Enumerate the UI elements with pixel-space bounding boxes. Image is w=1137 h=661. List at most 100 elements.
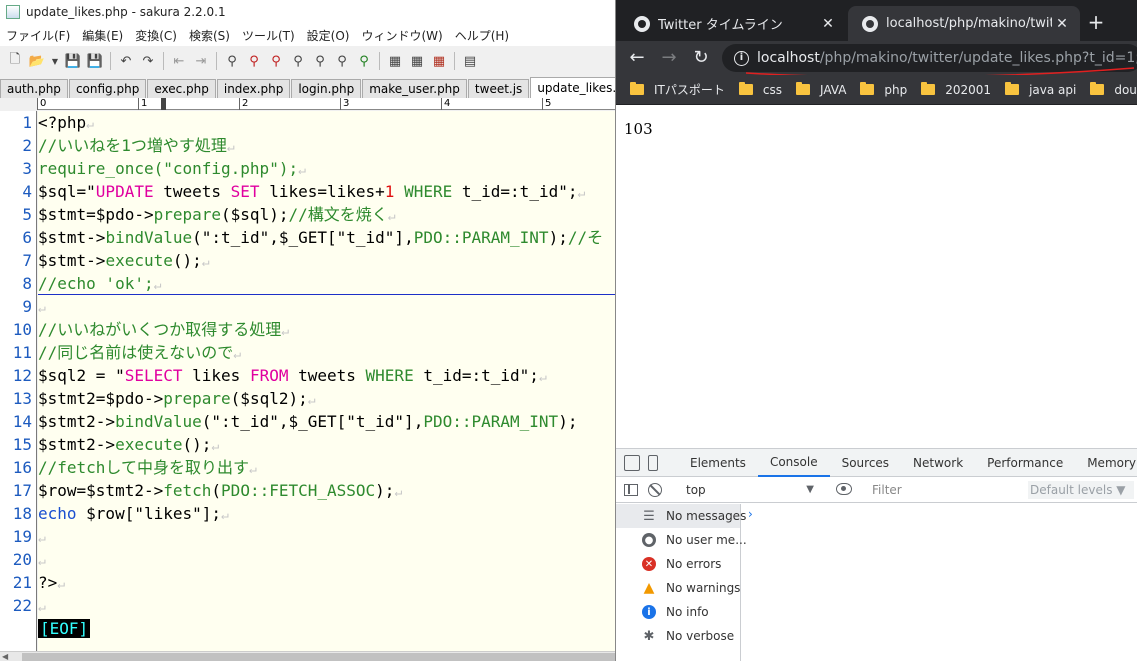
bookmark-css[interactable]: css [738, 82, 782, 97]
bookmark-it-passport[interactable]: ITパスポート [630, 81, 725, 98]
back-button[interactable]: ← [624, 45, 650, 71]
inspect-element-icon[interactable] [624, 454, 640, 471]
sidebar-item-user-messages[interactable]: ● No user me... [616, 528, 747, 552]
tag-jump-icon[interactable]: ⚲ [356, 53, 372, 69]
newline-mark: ↵ [38, 531, 46, 546]
log-levels-dropdown[interactable]: Default levels ▼ [1028, 481, 1134, 499]
tab-console[interactable]: Console [757, 449, 830, 477]
newline-mark: ↵ [38, 600, 46, 615]
bookmark-php[interactable]: php [860, 82, 907, 97]
ruler-cursor-marker [161, 98, 166, 110]
search-next-icon[interactable]: ⚲ [268, 53, 284, 69]
tab-network[interactable]: Network [901, 449, 975, 477]
browser-tab-twitter[interactable]: Twitter タイムライン ✕ [620, 6, 846, 41]
save-icon[interactable]: 💾 [65, 53, 81, 69]
context-selector[interactable]: top ▼ [682, 481, 818, 499]
reload-button[interactable]: ↻ [688, 45, 714, 71]
new-tab-button[interactable]: + [1084, 10, 1108, 34]
newline-mark: ↵ [226, 140, 235, 155]
newline-mark: ↵ [248, 462, 257, 477]
constant-name: PDO::PARAM_INT [413, 228, 549, 247]
code-token: ); [375, 481, 395, 500]
sidebar-item-label: No verbose [666, 629, 735, 643]
browser-tab-update-likes[interactable]: localhost/php/makino/twitter/update_like… [848, 6, 1080, 41]
sidebar-item-label: No messages [666, 509, 747, 523]
code-line: ↵ [38, 594, 46, 617]
console-prompt-icon[interactable]: › [748, 507, 753, 521]
open-folder-icon[interactable]: 📂 [29, 53, 45, 69]
scrollbar-thumb[interactable] [22, 653, 615, 661]
line-number: 20 [12, 550, 32, 569]
sidebar-item-verbose[interactable]: ✱ No verbose [616, 624, 740, 648]
tab-performance[interactable]: Performance [975, 449, 1075, 477]
forward-button[interactable]: → [656, 45, 682, 71]
scroll-left-icon[interactable]: ◀ [2, 652, 8, 661]
newline-mark: ↵ [298, 163, 306, 178]
line-number: 17 [12, 481, 32, 500]
menu-convert[interactable]: 変換(C) [129, 27, 183, 44]
menu-file[interactable]: ファイル(F) [0, 27, 76, 44]
bookmark-202001[interactable]: 202001 [921, 82, 991, 97]
code-area[interactable]: <?php↵ //いいねを1つ増やす処理↵ require_once("conf… [38, 111, 615, 651]
eye-icon[interactable] [836, 483, 852, 495]
file-tab-exec[interactable]: exec.php [147, 79, 216, 98]
type-settings-icon[interactable]: ▦ [409, 53, 425, 69]
tab-sources[interactable]: Sources [830, 449, 901, 477]
close-icon[interactable]: ✕ [1052, 16, 1072, 32]
sidebar-item-warnings[interactable]: ▲ No warnings [616, 576, 741, 600]
editor-horizontal-scrollbar[interactable]: ◀ [0, 651, 615, 661]
file-tab-make-user[interactable]: make_user.php [362, 79, 467, 98]
sidebar-item-info[interactable]: i No info [616, 600, 740, 624]
bookmark-java[interactable]: JAVA [795, 82, 846, 97]
file-tab-config[interactable]: config.php [68, 79, 147, 98]
sidebar-item-errors[interactable]: ✕ No errors [616, 552, 740, 576]
code-line: require_once("config.php");↵ [38, 157, 306, 180]
bookmark-java-api[interactable]: java api [1005, 82, 1076, 97]
sidebar-item-label: No user me... [666, 533, 747, 547]
info-icon[interactable]: i [734, 50, 749, 66]
toolbar-separator [379, 52, 380, 70]
url-host: localhost [757, 50, 820, 66]
folder-icon [1090, 82, 1105, 95]
menu-window[interactable]: ウィンドウ(W) [355, 27, 448, 44]
outline-icon[interactable]: ▤ [462, 53, 478, 69]
redo-icon[interactable]: ↷ [140, 53, 156, 69]
menu-help[interactable]: ヘルプ(H) [449, 27, 515, 44]
file-tab-tweet-js[interactable]: tweet.js [467, 79, 530, 98]
php-keyword: echo [38, 504, 77, 523]
tab-memory[interactable]: Memory [1075, 449, 1137, 477]
dropdown-arrow-icon[interactable]: ▼ [51, 53, 59, 69]
menu-settings[interactable]: 設定(O) [301, 27, 356, 44]
bookmark-label: dout [1114, 82, 1137, 97]
search-icon[interactable]: ⚲ [224, 53, 240, 69]
function-name: fetch [163, 481, 212, 500]
close-icon[interactable]: ✕ [818, 16, 838, 32]
tab-elements[interactable]: Elements [678, 449, 758, 477]
menu-tools[interactable]: ツール(T) [236, 27, 301, 44]
file-tab-auth[interactable]: auth.php [0, 79, 68, 98]
font-settings-icon[interactable]: ▦ [431, 53, 447, 69]
editor-titlebar: update_likes.php - sakura 2.2.0.1 [0, 0, 615, 24]
code-token: <?php [38, 113, 87, 132]
menu-search[interactable]: 検索(S) [183, 27, 236, 44]
device-toggle-icon[interactable] [648, 454, 658, 471]
grep-icon[interactable]: ⚲ [312, 53, 328, 69]
replace-icon[interactable]: ⚲ [290, 53, 306, 69]
new-file-icon[interactable]: 🗋 [7, 52, 23, 69]
address-bar[interactable]: i localhost/php/makino/twitter/update_li… [722, 44, 1137, 72]
settings-icon[interactable]: ▦ [387, 53, 403, 69]
jump-forward-icon[interactable]: ⇥ [193, 53, 209, 69]
bookmark-dout[interactable]: dout [1090, 82, 1137, 97]
sidebar-item-messages[interactable]: ☰ No messages [616, 504, 746, 528]
file-tab-index[interactable]: index.php [216, 79, 291, 98]
console-filter-input[interactable] [866, 480, 1024, 500]
search-prev-icon[interactable]: ⚲ [246, 53, 262, 69]
bookmark-search-icon[interactable]: ⚲ [334, 53, 350, 69]
menu-edit[interactable]: 編集(E) [76, 27, 129, 44]
sidebar-toggle-icon[interactable] [624, 483, 638, 496]
undo-icon[interactable]: ↶ [118, 53, 134, 69]
file-tab-login[interactable]: login.php [291, 79, 362, 98]
jump-back-icon[interactable]: ⇤ [171, 53, 187, 69]
save-all-icon[interactable]: 💾 [87, 53, 103, 69]
clear-console-icon[interactable] [648, 482, 662, 497]
